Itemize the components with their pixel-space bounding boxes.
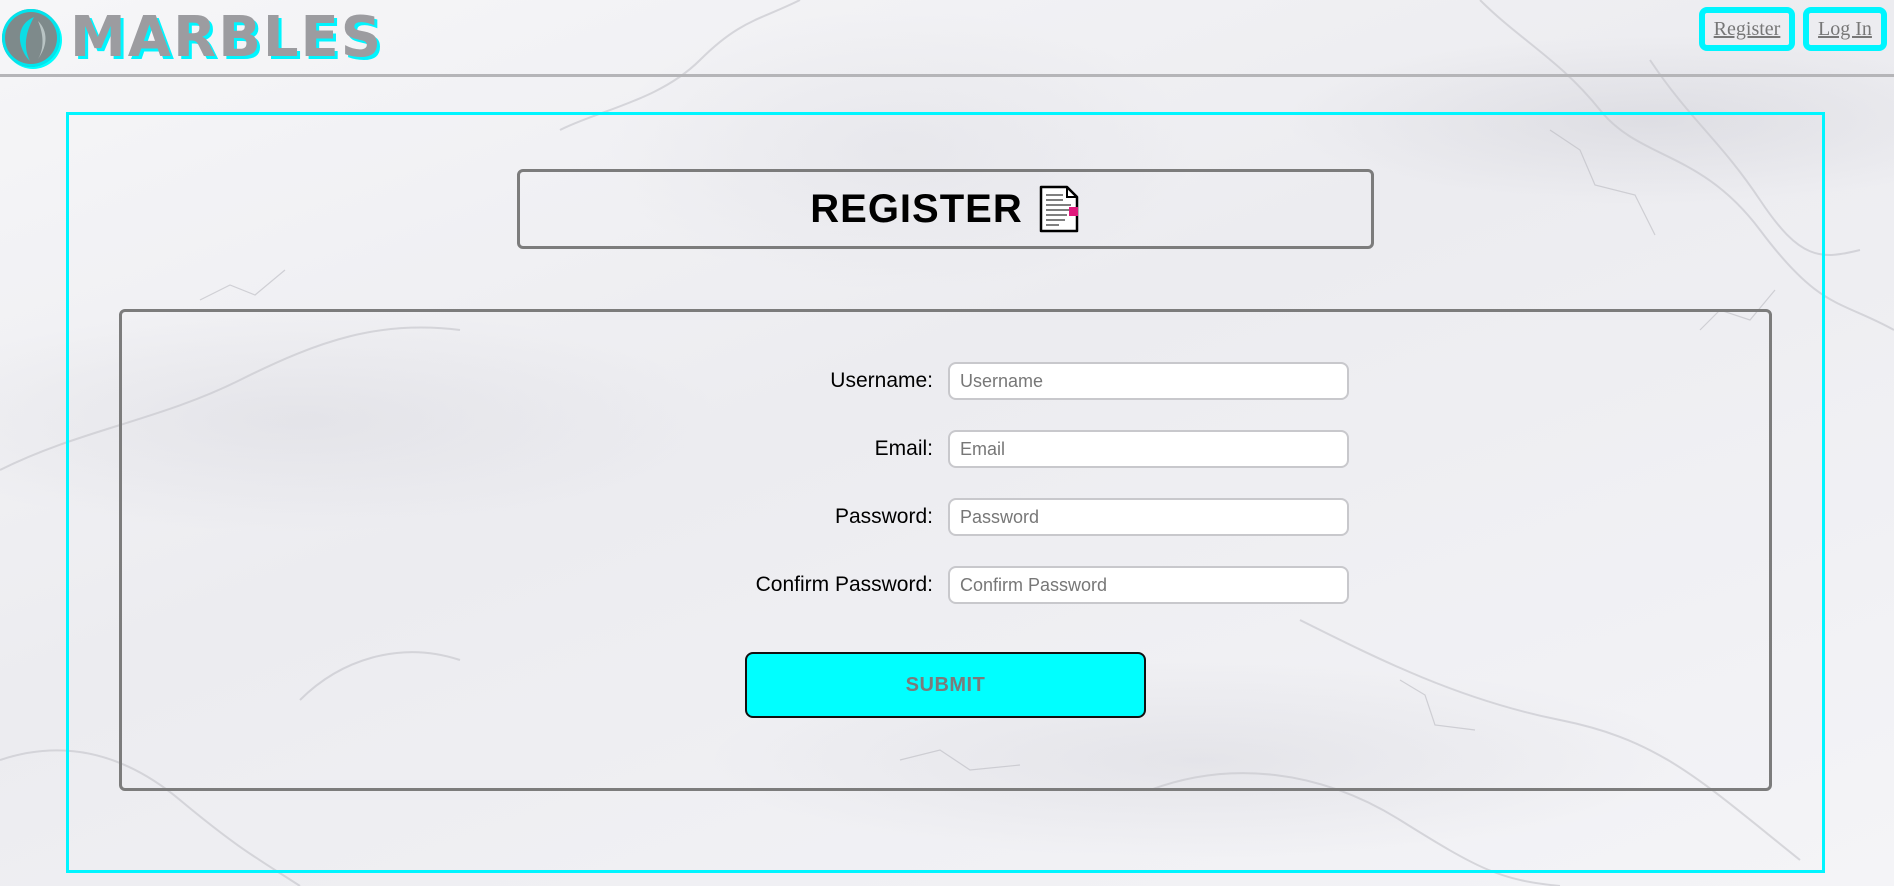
confirm-password-row: Confirm Password:: [0, 566, 1894, 604]
username-input[interactable]: [948, 362, 1349, 400]
password-input[interactable]: [948, 498, 1349, 536]
confirm-password-label: Confirm Password:: [755, 573, 933, 596]
email-label: Email:: [874, 437, 933, 460]
document-icon: [1039, 185, 1078, 233]
submit-button[interactable]: SUBMIT: [745, 652, 1146, 718]
username-row: Username:: [0, 362, 1894, 400]
page-title-box: REGISTER: [517, 169, 1374, 249]
password-label: Password:: [834, 505, 933, 528]
logo-emblem-icon: [2, 9, 60, 67]
nav-login-link[interactable]: Log In: [1803, 7, 1887, 51]
logo-text: MARBLES: [70, 5, 384, 70]
page-title: REGISTER: [810, 186, 1023, 231]
password-row: Password:: [0, 498, 1894, 536]
nav-register-link[interactable]: Register: [1699, 7, 1795, 51]
confirm-password-input[interactable]: [948, 566, 1349, 604]
email-input[interactable]: [948, 430, 1349, 468]
logo[interactable]: MARBLES: [2, 6, 383, 70]
username-label: Username:: [830, 369, 933, 392]
email-row: Email:: [0, 430, 1894, 468]
top-header: MARBLES Register Log In: [0, 0, 1894, 77]
